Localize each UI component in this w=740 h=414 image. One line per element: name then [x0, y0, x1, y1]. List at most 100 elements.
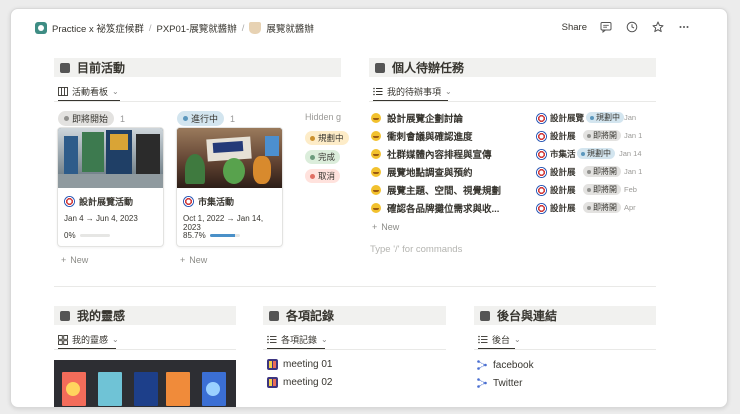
status-badge: 規劃中 [577, 148, 615, 159]
backstage-title: 後台與連結 [497, 309, 558, 323]
status-badge: 即將開 [583, 166, 621, 177]
task-relation[interactable]: 設計展 [536, 166, 576, 178]
divider [54, 101, 341, 102]
record-item[interactable]: meeting 02 [267, 377, 332, 388]
section-divider [54, 286, 656, 287]
heading-square-icon [60, 62, 70, 73]
task-date: Jan 1 [624, 167, 643, 176]
task-name[interactable]: 確認各品牌攤位需求與收... [371, 201, 499, 215]
task-name-text: 衝刺會議與確認進度 [387, 132, 473, 143]
status-dot [310, 154, 315, 160]
task-name[interactable]: 社群媒體內容排程與宣傳 [371, 147, 492, 161]
link-item-twitter[interactable]: Twitter [476, 377, 522, 389]
personal-tasks-header: 個人待辦任務 [369, 58, 656, 77]
board-card[interactable]: 設計展覽活動 Jan 4 → Jun 4, 2023 0% [57, 127, 164, 247]
status-dot [590, 115, 594, 120]
hidden-group-done[interactable]: 完成 [305, 150, 341, 164]
more-options-icon[interactable] [677, 20, 691, 34]
share-button[interactable]: Share [562, 22, 587, 33]
new-card-button[interactable]: + New [61, 255, 88, 265]
task-name-text: 社群媒體內容排程與宣傳 [387, 150, 492, 161]
task-relation[interactable]: 設計展 [536, 202, 576, 214]
poster-thumbnail [98, 372, 122, 406]
status-badge: 即將開 [583, 202, 621, 213]
new-card-button[interactable]: + New [180, 255, 207, 265]
task-name[interactable]: 展覽地點調查與預約 [371, 165, 473, 179]
connection-icon [477, 360, 487, 370]
task-relation[interactable]: 市集活 [536, 148, 576, 160]
task-relation[interactable]: 設計展覽 [536, 112, 584, 124]
task-name[interactable]: 展覽主題、空間、視覺規劃 [371, 183, 501, 197]
task-date: Feb [624, 185, 637, 194]
task-date: Jan [624, 113, 637, 122]
record-item[interactable]: meeting 01 [267, 359, 332, 370]
hidden-group-cancelled[interactable]: 取消 [305, 169, 341, 183]
hidden-group-planning[interactable]: 規劃中 [305, 131, 349, 145]
breadcrumb: Practice x 祕笈症候群 / PXP01-展覽就醬辦 / 展覽就醬辦 [35, 21, 314, 35]
card-dates: Jan 4 → Jun 4, 2023 [64, 214, 138, 223]
hidden-groups-label[interactable]: Hidden g [305, 112, 341, 122]
hidden-group-label: 取消 [318, 171, 336, 181]
plus-icon: + [180, 255, 186, 265]
status-dot [587, 205, 591, 210]
status-badge-in-progress: 進行中 [177, 111, 225, 126]
status-badge-upcoming: 即將開始 [58, 111, 115, 126]
target-icon [536, 184, 547, 196]
link-item-label: Twitter [493, 377, 523, 389]
activity-board-tab[interactable]: 活動看板 ⌄ [58, 85, 119, 98]
favorite-star-icon[interactable] [651, 20, 665, 34]
chevron-down-icon: ⌄ [112, 335, 119, 344]
card-cover-image [58, 128, 163, 188]
status-badge: 即將開 [583, 130, 621, 141]
breadcrumb-parent[interactable]: PXP01-展覽就醬辦 [157, 21, 237, 35]
list-view-icon [478, 335, 488, 344]
task-relation[interactable]: 設計展 [536, 130, 576, 142]
heading-square-icon [269, 310, 279, 321]
chevron-down-icon: ⌄ [514, 335, 521, 344]
task-date: Jan 14 [619, 149, 642, 158]
target-icon [64, 196, 75, 207]
progress-label: 0% [64, 231, 76, 240]
poster-thumbnail [134, 372, 158, 406]
command-placeholder[interactable]: Type '/' for commands [370, 244, 462, 255]
backstage-header: 後台與連結 [474, 306, 656, 325]
hidden-group-label: 完成 [318, 152, 336, 162]
divider [369, 101, 656, 102]
breadcrumb-page[interactable]: 展覽就醬辦 [266, 21, 314, 35]
card-progress: 0% [64, 231, 110, 240]
card-title: 市集活動 [183, 195, 234, 208]
status-label: 進行中 [191, 114, 219, 124]
my-todo-tab[interactable]: 我的待辦事項 ⌄ [373, 85, 452, 98]
status-label: 即將開 [593, 203, 617, 212]
link-item-facebook[interactable]: facebook [476, 359, 534, 371]
task-name[interactable]: 設計展覽企劃討論 [371, 111, 463, 125]
heading-square-icon [375, 62, 385, 73]
activity-board-tab-label: 活動看板 [72, 87, 109, 97]
task-name[interactable]: 衝刺會議與確認進度 [371, 129, 473, 143]
heading-square-icon [60, 310, 70, 321]
backstage-list-tab[interactable]: 後台 ⌄ [478, 333, 521, 346]
card-title-text: 設計展覽活動 [79, 197, 134, 207]
breadcrumb-workspace[interactable]: Practice x 祕笈症候群 [52, 21, 144, 35]
inspiration-gallery-tab[interactable]: 我的靈感 ⌄ [58, 333, 119, 346]
smile-emoji-icon [371, 167, 381, 177]
task-relation-text: 設計展 [550, 203, 576, 213]
task-relation-text: 設計展 [550, 167, 576, 177]
status-badge: 規劃中 [586, 112, 624, 123]
column-count: 1 [230, 113, 236, 124]
records-list-tab[interactable]: 各項記錄 ⌄ [267, 333, 328, 346]
status-label: 規劃中 [587, 149, 611, 158]
comment-icon[interactable] [599, 20, 613, 34]
chevron-down-icon: ⌄ [445, 87, 452, 96]
task-relation[interactable]: 設計展 [536, 184, 576, 196]
list-view-icon [373, 87, 383, 96]
gallery-view-icon [58, 334, 68, 345]
poster-thumbnail [166, 372, 190, 406]
inspiration-gallery-image[interactable] [54, 360, 236, 407]
card-dates: Oct 1, 2022 → Jan 14, 2023 [183, 214, 264, 232]
history-clock-icon[interactable] [625, 20, 639, 34]
board-card[interactable]: 市集活動 Oct 1, 2022 → Jan 14, 2023 85.7% [176, 127, 283, 247]
link-item-label: facebook [493, 359, 534, 371]
divider [54, 349, 236, 350]
new-task-button[interactable]: + New [372, 222, 399, 232]
